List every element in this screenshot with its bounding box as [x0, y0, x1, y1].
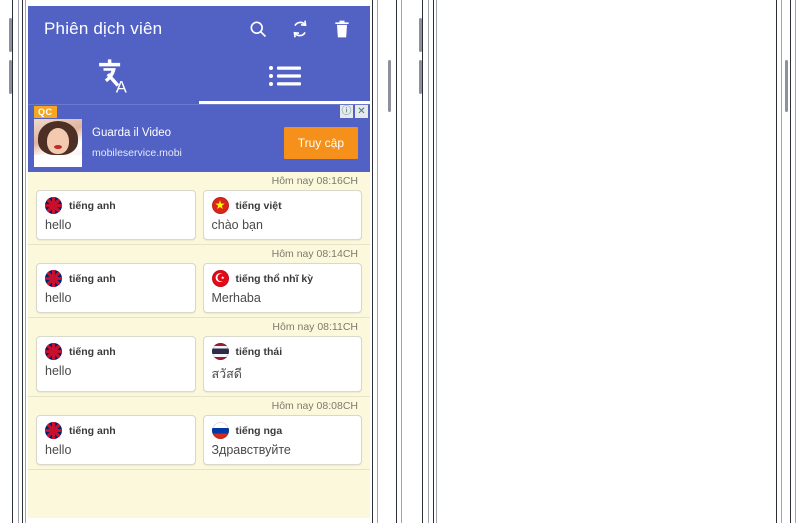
list-item[interactable]: Hôm nay 08:11CH tiếng anh hello tiếng th… — [28, 318, 370, 396]
source-card[interactable]: tiếng anh hello — [36, 415, 196, 465]
ad-tag: QC — [34, 106, 57, 118]
tab-history[interactable] — [199, 52, 370, 104]
flag-icon — [211, 343, 229, 360]
volume-up-button[interactable] — [419, 18, 422, 52]
target-card[interactable]: tiếng việt chào bạn — [202, 190, 362, 240]
delete-icon[interactable] — [332, 19, 352, 39]
source-card[interactable]: tiếng anh hello — [36, 190, 196, 240]
source-language: tiếng anh — [69, 345, 116, 358]
source-language: tiếng anh — [69, 199, 116, 212]
timestamp: Hôm nay 08:08CH — [271, 400, 358, 412]
list-item[interactable]: Hôm nay 08:08CH tiếng anh hello tiếng ng… — [28, 397, 370, 469]
target-card[interactable]: tiếng nga Здравствуйте — [202, 415, 362, 465]
tab-translate[interactable]: A — [28, 52, 199, 104]
timestamp: Hôm nay 08:16CH — [271, 175, 358, 187]
volume-up-button[interactable] — [9, 18, 12, 52]
swap-icon[interactable] — [290, 19, 310, 39]
source-language: tiếng anh — [69, 272, 116, 285]
list-item[interactable]: Hôm nay 08:14CH tiếng anh hello ☪ tiếng … — [28, 245, 370, 317]
ad-title: Guarda il Video — [92, 127, 172, 139]
source-text: hello — [45, 364, 72, 378]
left-phone-frame: Phiên dịch viên A QC ⓘ ✕ Guarda il Video… — [0, 0, 410, 523]
bezel-line — [795, 0, 796, 523]
bezel-line — [401, 0, 402, 523]
timestamp: Hôm nay 08:11CH — [272, 321, 358, 333]
list-icon — [268, 64, 302, 93]
translation-history-list: Hôm nay 08:16CH tiếng anh hello ★ tiếng … — [28, 172, 370, 474]
bezel-line — [428, 0, 429, 523]
bezel-line — [18, 0, 19, 523]
ad-thumbnail — [34, 119, 82, 167]
target-language: tiếng nga — [235, 424, 283, 437]
ad-badges: ⓘ ✕ — [340, 105, 368, 118]
volume-down-button[interactable] — [9, 60, 12, 94]
left-tabbar: A — [28, 52, 370, 104]
source-language: tiếng anh — [69, 424, 116, 437]
appbar-actions — [248, 19, 352, 39]
timestamp: Hôm nay 08:14CH — [271, 248, 358, 260]
power-button[interactable] — [388, 60, 391, 112]
ad-info-icon[interactable]: ⓘ — [340, 105, 353, 118]
target-text: Merhaba — [211, 291, 261, 305]
flag-icon — [211, 197, 229, 214]
screenshot-canvas: Phiên dịch viên A QC ⓘ ✕ Guarda il Video… — [0, 0, 800, 523]
target-text: สวัสดี — [211, 367, 242, 381]
bezel-line — [25, 0, 26, 523]
target-language: tiếng thái — [235, 345, 283, 358]
bezel-line — [12, 0, 13, 523]
ad-close-icon[interactable]: ✕ — [355, 105, 368, 118]
flag-icon — [211, 422, 229, 439]
target-language: tiếng việt — [235, 199, 282, 212]
bezel-line — [372, 0, 373, 523]
source-text: hello — [45, 218, 72, 232]
power-button[interactable] — [785, 60, 788, 112]
source-text: hello — [45, 443, 72, 457]
list-item[interactable]: Hôm nay 08:16CH tiếng anh hello ★ tiếng … — [28, 172, 370, 244]
bezel-line — [422, 0, 423, 523]
flag-icon — [45, 197, 62, 214]
left-appbar: Phiên dịch viên — [28, 6, 370, 52]
target-card[interactable]: tiếng thổ nhĩ kỳ Merhaba — [202, 263, 362, 313]
search-icon[interactable] — [248, 19, 268, 39]
bezel-line — [781, 0, 782, 523]
volume-down-button[interactable] — [419, 60, 422, 94]
bezel-line — [22, 0, 23, 523]
source-text: hello — [45, 291, 72, 305]
ad-url: mobileservice.mobi — [92, 147, 182, 159]
flag-icon — [211, 270, 229, 287]
ad-cta-button[interactable]: Truy cập — [283, 127, 358, 159]
left-phone-screen: Phiên dịch viên A QC ⓘ ✕ Guarda il Video… — [28, 6, 370, 518]
source-card[interactable]: tiếng anh hello — [36, 263, 196, 313]
svg-text:A: A — [115, 77, 127, 95]
divider — [28, 469, 370, 470]
bezel-line — [433, 0, 434, 523]
ad-banner[interactable]: QC ⓘ ✕ Guarda il Video mobileservice.mob… — [28, 104, 370, 172]
target-text: chào bạn — [211, 218, 263, 232]
target-text: Здравствуйте — [211, 443, 291, 457]
bezel-line — [436, 0, 437, 523]
source-card[interactable]: tiếng anh hello — [36, 336, 196, 392]
bezel-line — [396, 0, 397, 523]
translate-icon: A — [93, 56, 135, 101]
bezel-line — [776, 0, 777, 523]
bezel-line — [790, 0, 791, 523]
page-title: Phiên dịch viên — [44, 19, 163, 38]
target-card[interactable]: tiếng thái สวัสดี — [202, 336, 362, 392]
right-phone-frame: Phiên dịch viên — [410, 0, 800, 523]
flag-icon — [45, 422, 62, 439]
target-language: tiếng thổ nhĩ kỳ — [235, 272, 314, 285]
flag-icon — [45, 343, 62, 360]
bezel-line — [377, 0, 378, 523]
flag-icon — [45, 270, 62, 287]
